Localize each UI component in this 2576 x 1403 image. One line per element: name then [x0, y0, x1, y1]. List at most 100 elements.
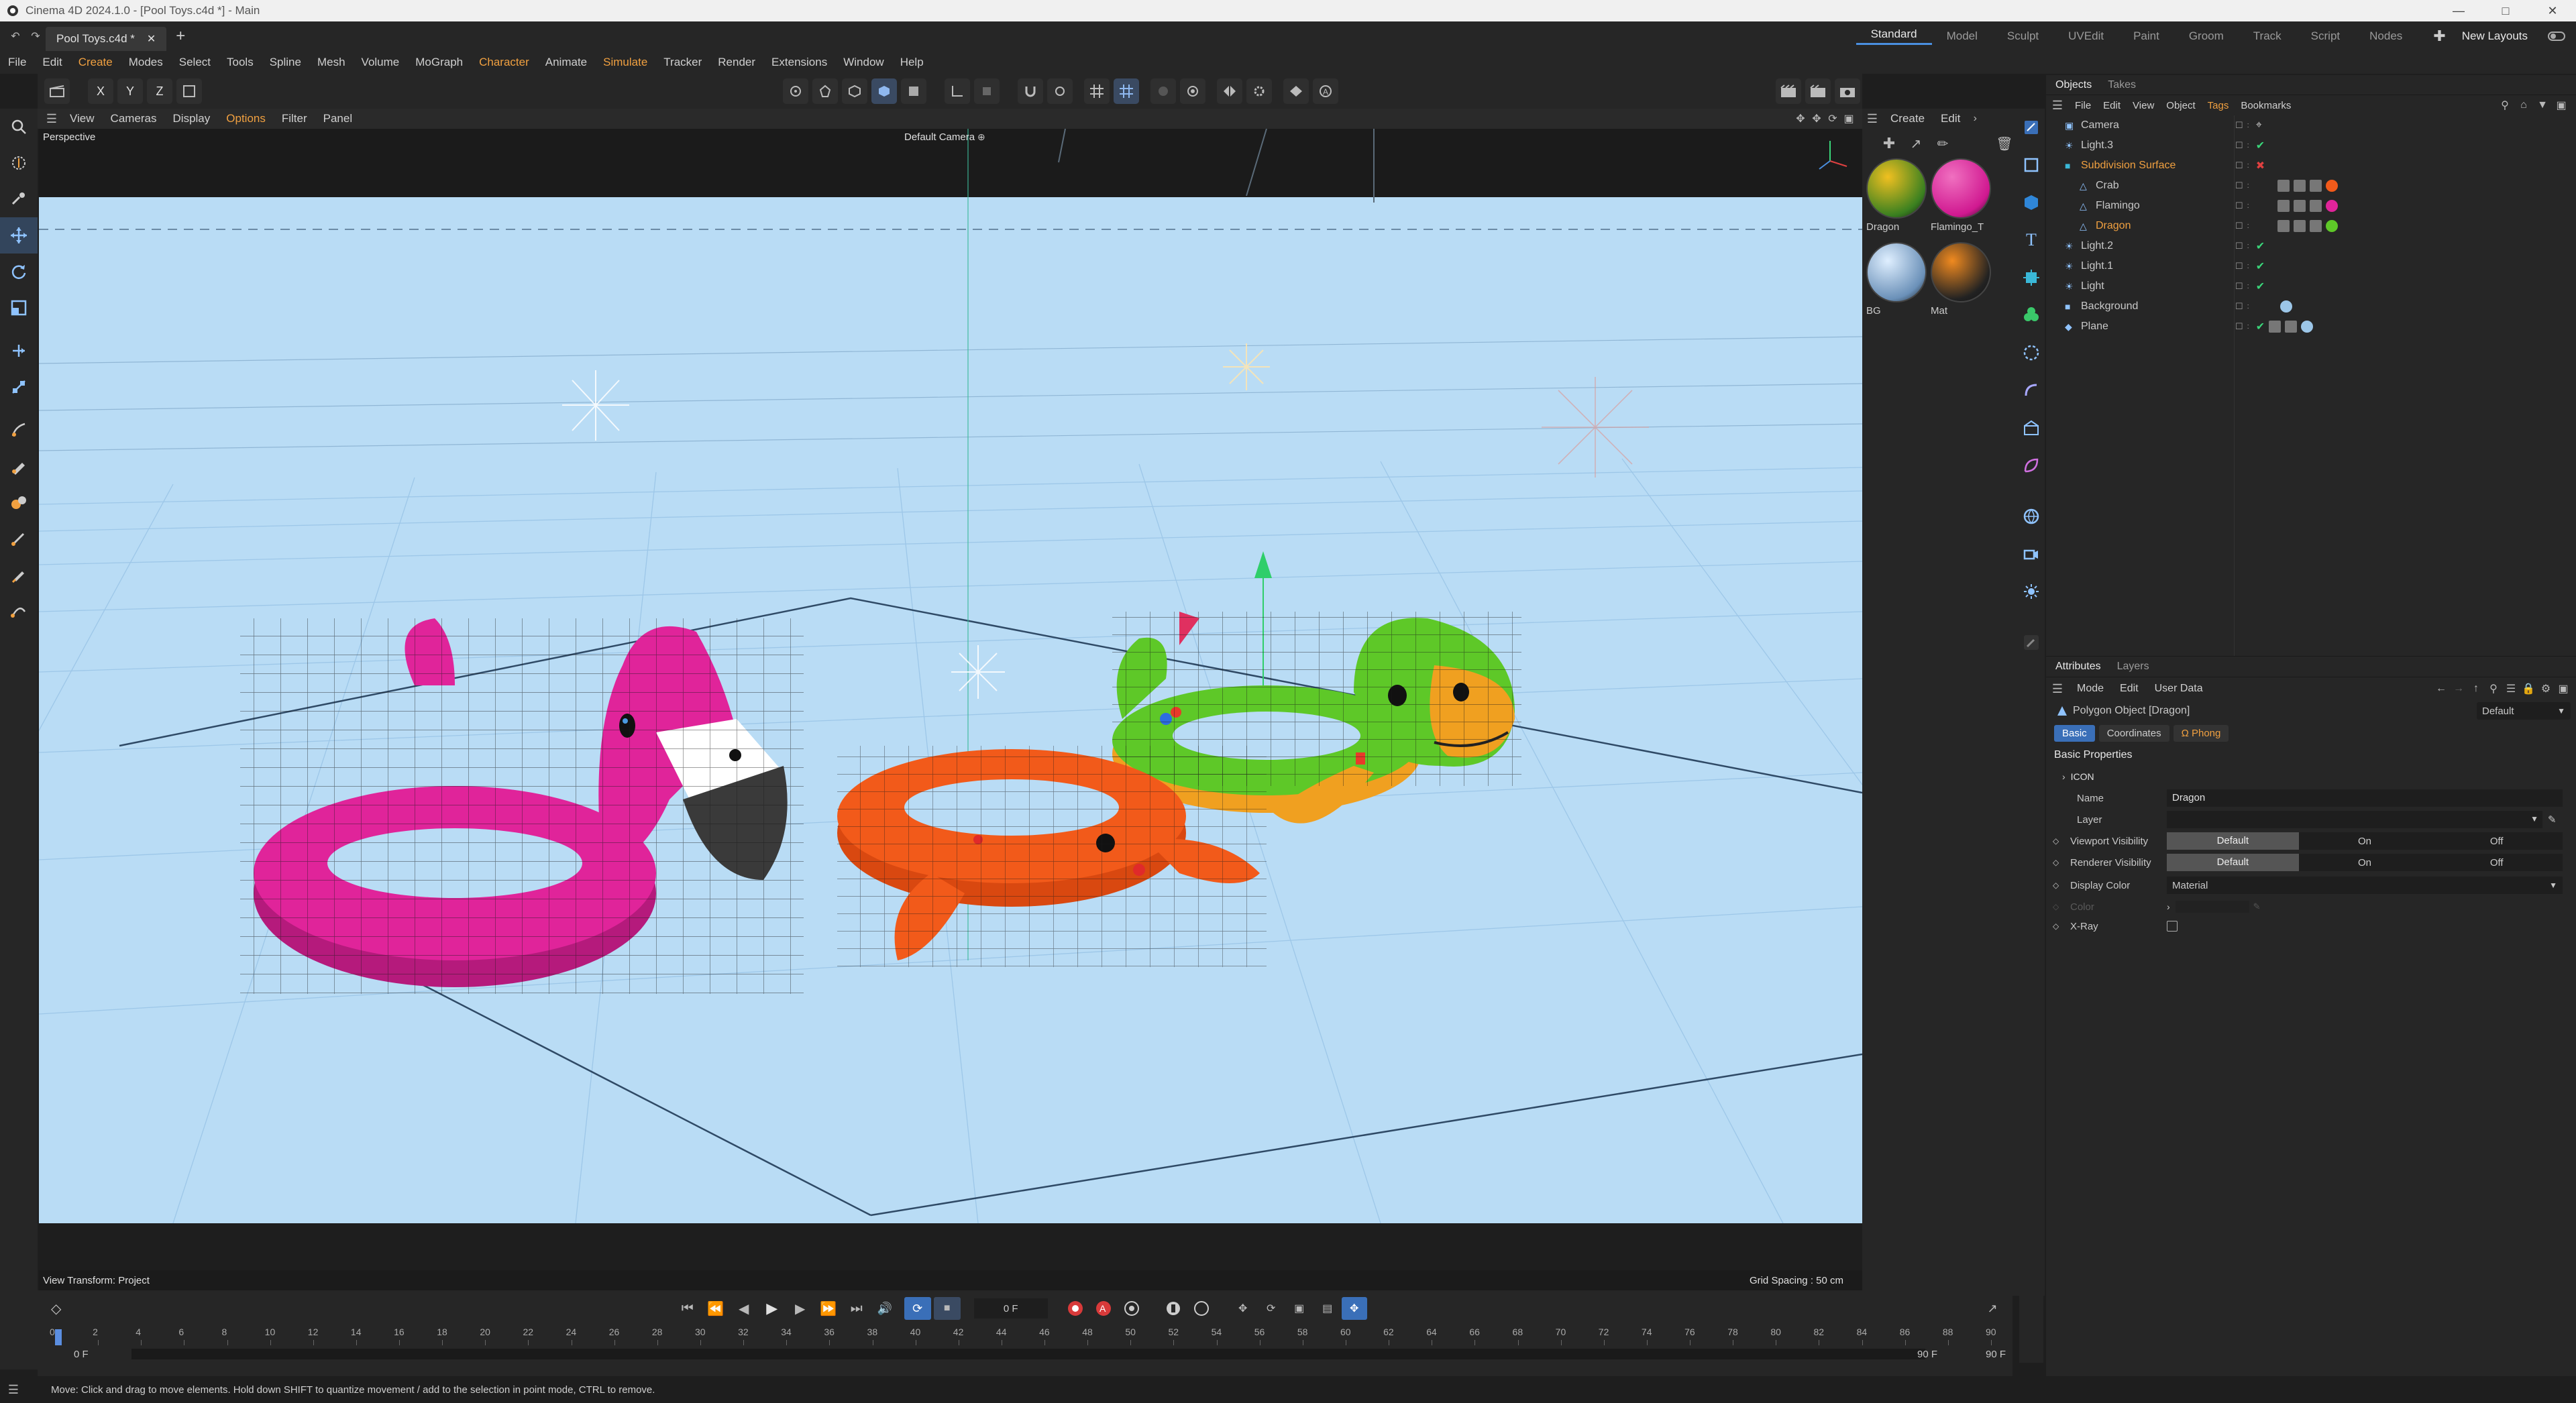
key-tangent-icon[interactable] — [1187, 1300, 1216, 1317]
symmetry-icon[interactable] — [1217, 78, 1242, 104]
visibility-dots-icon[interactable]: : — [2247, 162, 2249, 170]
end-frame[interactable]: 90 F — [1917, 1349, 1937, 1360]
object-row[interactable]: ■ Background ☐: — [2061, 296, 2576, 317]
xray-checkbox[interactable] — [2167, 921, 2178, 932]
snap-icon[interactable] — [1018, 78, 1043, 104]
attr-menu-edit[interactable]: Edit — [2112, 683, 2147, 695]
menu-render[interactable]: Render — [710, 56, 763, 69]
background-material-tag-icon[interactable] — [2279, 300, 2292, 313]
uv-mode-icon[interactable] — [901, 78, 926, 104]
color-expand-icon[interactable]: › — [2167, 901, 2170, 912]
objects-search-icon[interactable]: ⚲ — [2496, 99, 2514, 112]
spline-pen-icon[interactable] — [0, 593, 38, 629]
attr-menu-mode[interactable]: Mode — [2069, 683, 2112, 695]
field-icon[interactable] — [2019, 334, 2043, 372]
layout-toggle-icon[interactable] — [2545, 32, 2568, 41]
subtab-phong[interactable]: Ω Phong — [2173, 724, 2229, 742]
visibility-dots-icon[interactable]: : — [2247, 122, 2249, 129]
light-object-icon[interactable] — [2019, 573, 2043, 610]
edit-toggle-icon[interactable]: ☐ — [2235, 301, 2243, 312]
key-pla-icon[interactable]: ✥ — [1341, 1297, 1367, 1320]
minimize-button[interactable]: — — [2435, 0, 2482, 21]
subtab-coordinates[interactable]: Coordinates — [2098, 724, 2169, 742]
edit-toggle-icon[interactable]: ☐ — [2235, 201, 2243, 211]
key-mode-icon[interactable] — [1159, 1300, 1187, 1317]
menu-animate[interactable]: Animate — [537, 56, 595, 69]
key-rotation-icon[interactable]: ⟳ — [1257, 1302, 1285, 1315]
render-view-icon[interactable] — [1776, 78, 1801, 104]
vv-on[interactable]: On — [2299, 836, 2431, 847]
add-layout-icon[interactable]: ✚ — [2433, 27, 2445, 45]
viewport-menu-panel[interactable]: Panel — [315, 112, 360, 125]
arrow-icon[interactable]: ↗ — [1902, 135, 1929, 152]
object-row[interactable]: ■ Subdivision Surface ☐: ✖ — [2061, 156, 2576, 176]
pen-tool-icon[interactable] — [0, 448, 38, 484]
maximize-button[interactable]: □ — [2482, 0, 2529, 21]
playhead[interactable] — [55, 1329, 62, 1345]
material-menu-more-icon[interactable]: › — [1968, 113, 1982, 125]
visibility-dots-icon[interactable]: : — [2247, 263, 2249, 270]
rv-default[interactable]: Default — [2167, 854, 2299, 871]
rotate-tool-icon[interactable] — [0, 254, 38, 290]
new-layouts-button[interactable]: New Layouts — [2462, 30, 2528, 43]
close-button[interactable]: ✕ — [2529, 0, 2576, 21]
texture-tag-icon[interactable] — [2293, 180, 2306, 192]
object-row[interactable]: ☀ Light ☐: ✔ — [2061, 276, 2576, 296]
renderer-visibility-segmented[interactable]: Default On Off — [2167, 854, 2563, 871]
generator-icon[interactable] — [2019, 259, 2043, 296]
attributes-hamburger-icon[interactable]: ☰ — [2046, 682, 2069, 696]
rv-off[interactable]: Off — [2430, 857, 2563, 868]
key-param-icon[interactable]: ▤ — [1313, 1302, 1342, 1315]
visibility-dots-icon[interactable]: : — [2247, 223, 2249, 230]
attr-filter-icon[interactable]: ☰ — [2502, 682, 2520, 695]
viewport-move-icon[interactable]: ✥ — [1809, 112, 1825, 125]
layout-script[interactable]: Script — [2296, 30, 2355, 43]
menu-modes[interactable]: Modes — [121, 56, 171, 69]
color-keyframe-icon[interactable]: ◇ — [2046, 902, 2063, 911]
go-to-start-icon[interactable]: ⏮ — [674, 1301, 702, 1316]
polygons-mode-icon[interactable] — [842, 78, 867, 104]
spline-object-icon[interactable] — [2019, 447, 2043, 484]
material-mat[interactable]: Mat — [1931, 242, 1995, 317]
material-tag-icon[interactable] — [2325, 180, 2338, 192]
material-tag-icon[interactable] — [2325, 220, 2338, 232]
object-row[interactable]: △ Crab ☐: — [2061, 176, 2576, 196]
edit-toggle-icon[interactable]: ☐ — [2235, 281, 2243, 292]
play-icon[interactable]: ▶ — [758, 1300, 786, 1317]
viewport-hamburger-icon[interactable]: ☰ — [42, 112, 62, 126]
viewport-pan-icon[interactable]: ✥ — [1792, 112, 1809, 125]
paint-tool-icon[interactable] — [0, 557, 38, 593]
edit-toggle-icon[interactable]: ☐ — [2235, 221, 2243, 231]
tab-layers[interactable]: Layers — [2110, 661, 2156, 673]
menu-simulate[interactable]: Simulate — [595, 56, 655, 69]
layout-uvedit[interactable]: UVEdit — [2053, 30, 2118, 43]
up-arrow-icon[interactable]: ↑ — [2467, 683, 2485, 695]
layout-standard[interactable]: Standard — [1856, 27, 1932, 45]
menu-file[interactable]: File — [0, 56, 34, 69]
environment-icon[interactable] — [2019, 409, 2043, 447]
key-position-icon[interactable]: ✥ — [1229, 1302, 1257, 1315]
menu-volume[interactable]: Volume — [354, 56, 408, 69]
material-tag-icon[interactable] — [2325, 200, 2338, 212]
tab-objects[interactable]: Objects — [2046, 79, 2101, 91]
placement-tool-icon[interactable] — [0, 369, 38, 405]
objects-menu-view[interactable]: View — [2127, 100, 2160, 111]
material-bg[interactable]: BG — [1866, 242, 1931, 317]
layout-track[interactable]: Track — [2239, 30, 2296, 43]
dc-keyframe-icon[interactable]: ◇ — [2046, 881, 2063, 890]
viewport-maximize-icon[interactable]: ▣ — [1841, 112, 1857, 125]
objects-menu-tags[interactable]: Tags — [2202, 100, 2235, 111]
texture-tag-icon[interactable] — [2293, 200, 2306, 212]
soft-selection-icon[interactable] — [1150, 78, 1176, 104]
autokey-icon[interactable]: A — [1089, 1300, 1118, 1317]
status-check-icon[interactable]: ✔ — [2256, 139, 2265, 152]
menu-mograph[interactable]: MoGraph — [407, 56, 471, 69]
name-input[interactable]: Dragon — [2167, 789, 2563, 807]
object-row[interactable]: ☀ Light.3 ☐: ✔ — [2061, 135, 2576, 156]
visibility-dots-icon[interactable]: : — [2247, 243, 2249, 250]
edit-pencil-icon[interactable] — [2019, 624, 2043, 661]
trash-icon[interactable]: 🗑 — [1991, 135, 2018, 152]
status-check-icon[interactable]: ✔ — [2256, 260, 2265, 273]
prev-frame-icon[interactable]: ◀ — [730, 1300, 758, 1317]
timeline-ruler[interactable]: 0 2 4 6 8 10 12 14 16 18 20 22 24 26 28 30 32 34 36 38 40 42 4… — [50, 1327, 1996, 1345]
